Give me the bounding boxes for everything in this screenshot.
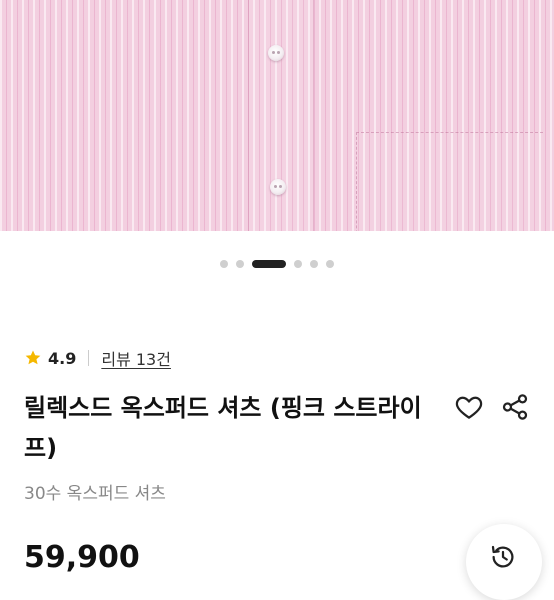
product-title: 릴렉스드 옥스퍼드 셔츠 (핑크 스트라이프)	[24, 394, 422, 462]
shirt-button-top	[268, 45, 284, 61]
heart-icon[interactable]	[454, 392, 484, 422]
carousel-dot[interactable]	[310, 260, 318, 268]
history-icon	[491, 545, 514, 568]
review-count-link[interactable]: 리뷰 13건	[101, 346, 171, 370]
rating-row: 4.9 리뷰 13건	[24, 346, 171, 370]
carousel-dot[interactable]	[220, 260, 228, 268]
rating-divider	[88, 350, 90, 366]
recent-history-button[interactable]	[466, 524, 542, 600]
shirt-placket	[248, 0, 314, 231]
carousel-dot[interactable]	[326, 260, 334, 268]
star-icon	[25, 350, 41, 365]
shirt-pocket	[356, 132, 543, 231]
carousel-dot[interactable]	[236, 260, 244, 268]
product-price: 59,900	[24, 540, 140, 575]
rating-value: 4.9	[48, 348, 77, 368]
carousel-dot-active[interactable]	[252, 260, 286, 268]
carousel-dot[interactable]	[294, 260, 302, 268]
product-subtitle: 30수 옥스퍼드 셔츠	[24, 484, 166, 504]
shirt-button-bottom	[270, 179, 286, 195]
product-image[interactable]	[0, 0, 554, 231]
share-icon[interactable]	[500, 392, 530, 422]
carousel-indicator[interactable]	[0, 259, 554, 269]
